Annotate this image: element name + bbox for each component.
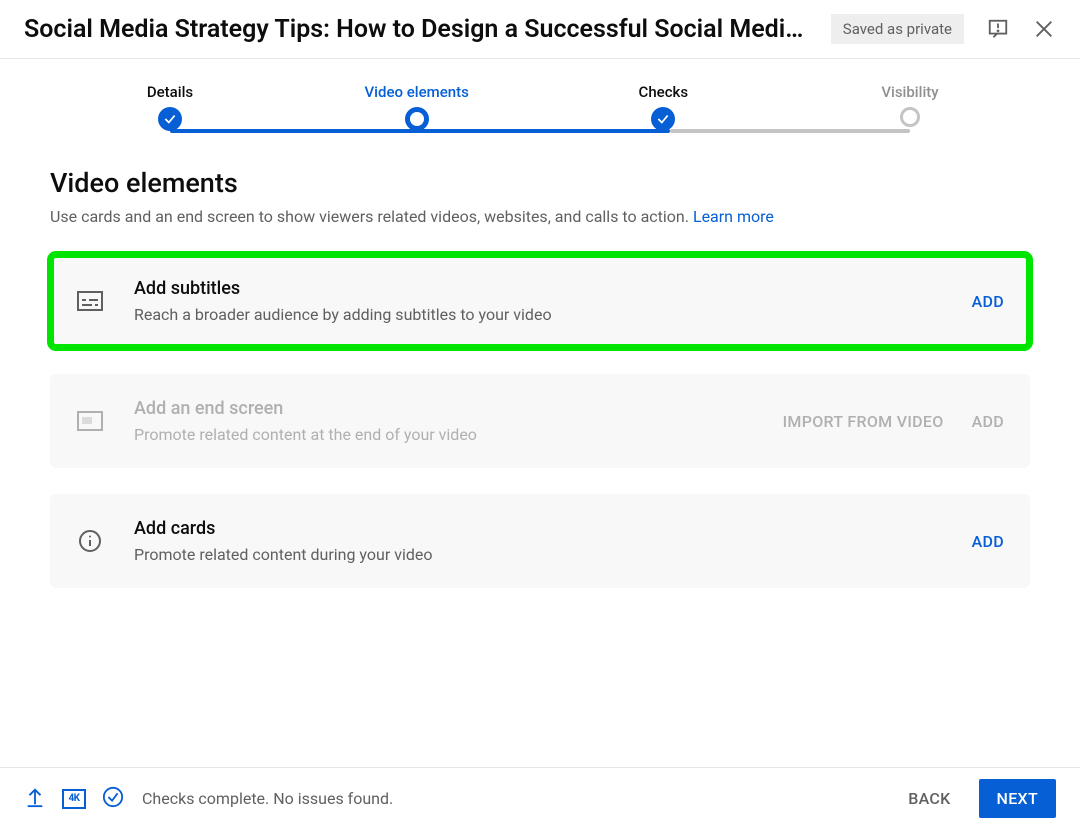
video-elements-section: Video elements Use cards and an end scre… bbox=[0, 131, 1080, 588]
import-from-video-button: IMPORT FROM VIDEO bbox=[783, 412, 944, 431]
section-title: Video elements bbox=[50, 167, 1030, 199]
save-status-chip: Saved as private bbox=[831, 14, 964, 44]
card-desc: Reach a broader audience by adding subti… bbox=[134, 305, 942, 324]
check-icon bbox=[158, 107, 182, 131]
current-step-dot-icon bbox=[405, 107, 429, 131]
card-desc: Promote related content at the end of yo… bbox=[134, 425, 753, 444]
card-title: Add subtitles bbox=[134, 278, 942, 299]
card-add-cards: Add cards Promote related content during… bbox=[50, 494, 1030, 588]
video-title: Social Media Strategy Tips: How to Desig… bbox=[24, 15, 831, 44]
card-add-subtitles: Add subtitles Reach a broader audience b… bbox=[50, 254, 1030, 348]
section-subtitle: Use cards and an end screen to show view… bbox=[50, 207, 1030, 226]
subtitles-icon bbox=[76, 291, 104, 311]
checks-status-text: Checks complete. No issues found. bbox=[142, 789, 393, 808]
endscreen-icon bbox=[76, 411, 104, 431]
learn-more-link[interactable]: Learn more bbox=[693, 207, 774, 226]
card-title: Add an end screen bbox=[134, 398, 753, 419]
check-complete-icon bbox=[102, 786, 124, 812]
header-actions: Saved as private bbox=[831, 14, 1056, 44]
check-icon bbox=[651, 107, 675, 131]
card-add-end-screen: Add an end screen Promote related conten… bbox=[50, 374, 1030, 468]
add-cards-button[interactable]: ADD bbox=[972, 532, 1004, 551]
step-details[interactable]: Details bbox=[110, 83, 230, 131]
upload-stepper: Details Video elements Checks Visibility bbox=[0, 59, 1080, 131]
dialog-header: Social Media Strategy Tips: How to Desig… bbox=[0, 0, 1080, 59]
dialog-footer: 4K Checks complete. No issues found. BAC… bbox=[0, 767, 1080, 829]
step-checks[interactable]: Checks bbox=[603, 83, 723, 131]
feedback-icon[interactable] bbox=[986, 17, 1010, 41]
close-icon[interactable] bbox=[1032, 17, 1056, 41]
next-button[interactable]: NEXT bbox=[979, 779, 1056, 818]
card-title: Add cards bbox=[134, 518, 942, 539]
card-desc: Promote related content during your vide… bbox=[134, 545, 942, 564]
add-end-screen-button: ADD bbox=[972, 412, 1004, 431]
4k-badge-icon: 4K bbox=[62, 789, 86, 809]
future-step-dot-icon bbox=[900, 107, 920, 127]
add-subtitles-button[interactable]: ADD bbox=[972, 292, 1004, 311]
info-icon bbox=[76, 529, 104, 553]
upload-icon[interactable] bbox=[24, 786, 46, 812]
back-button[interactable]: BACK bbox=[890, 779, 968, 818]
step-video-elements[interactable]: Video elements bbox=[357, 83, 477, 131]
step-visibility[interactable]: Visibility bbox=[850, 83, 970, 131]
